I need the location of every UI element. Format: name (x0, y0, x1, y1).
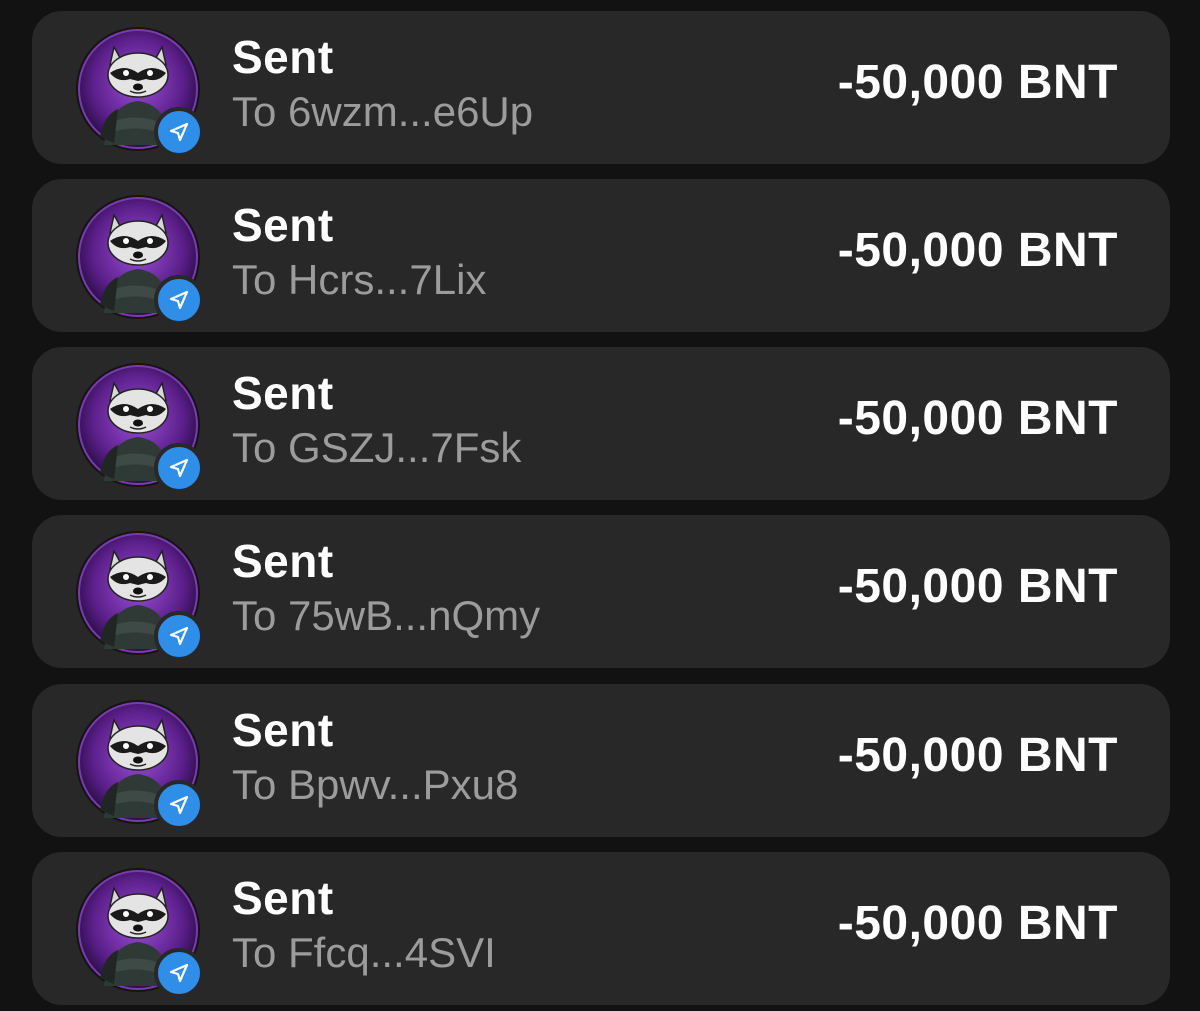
transaction-title: Sent (232, 31, 334, 83)
transaction-amount: -50,000 BNT (837, 56, 1118, 109)
raccoon-avatar-icon (74, 25, 204, 157)
transaction-row[interactable]: Sent To Ffcq...4SVI -50,000 BNT (32, 852, 1170, 1005)
transaction-title: Sent (232, 872, 334, 924)
transaction-list: Sent To 6wzm...e6Up -50,000 BNT Sent To … (0, 0, 1200, 1011)
transaction-row[interactable]: Sent To 75wB...nQmy -50,000 BNT (32, 515, 1170, 668)
transaction-title: Sent (232, 367, 334, 419)
transaction-row[interactable]: Sent To 6wzm...e6Up -50,000 BNT (32, 11, 1170, 164)
send-arrow-icon (154, 443, 204, 493)
transaction-recipient: To Hcrs...7Lix (232, 256, 487, 303)
send-arrow-icon (154, 107, 204, 157)
transaction-row[interactable]: Sent To Hcrs...7Lix -50,000 BNT (32, 179, 1170, 332)
transaction-recipient: To GSZJ...7Fsk (232, 424, 522, 471)
transaction-row[interactable]: Sent To GSZJ...7Fsk -50,000 BNT (32, 347, 1170, 500)
send-arrow-icon (154, 948, 204, 998)
transaction-title: Sent (232, 704, 334, 756)
transaction-title: Sent (232, 535, 334, 587)
transaction-title: Sent (232, 199, 334, 251)
send-arrow-icon (154, 611, 204, 661)
transaction-recipient: To 6wzm...e6Up (232, 88, 534, 135)
transaction-amount: -50,000 BNT (837, 729, 1118, 782)
transaction-recipient: To Bpwv...Pxu8 (232, 761, 519, 808)
transaction-recipient: To 75wB...nQmy (232, 592, 541, 639)
raccoon-avatar-icon (74, 193, 204, 325)
transaction-amount: -50,000 BNT (837, 224, 1118, 277)
raccoon-avatar-icon (74, 698, 204, 830)
transaction-amount: -50,000 BNT (837, 392, 1118, 445)
send-arrow-icon (154, 780, 204, 830)
raccoon-avatar-icon (74, 866, 204, 998)
transaction-amount: -50,000 BNT (837, 560, 1118, 613)
raccoon-avatar-icon (74, 529, 204, 661)
send-arrow-icon (154, 275, 204, 325)
transaction-amount: -50,000 BNT (837, 897, 1118, 950)
raccoon-avatar-icon (74, 361, 204, 493)
transaction-recipient: To Ffcq...4SVI (232, 929, 496, 976)
transaction-row[interactable]: Sent To Bpwv...Pxu8 -50,000 BNT (32, 684, 1170, 837)
